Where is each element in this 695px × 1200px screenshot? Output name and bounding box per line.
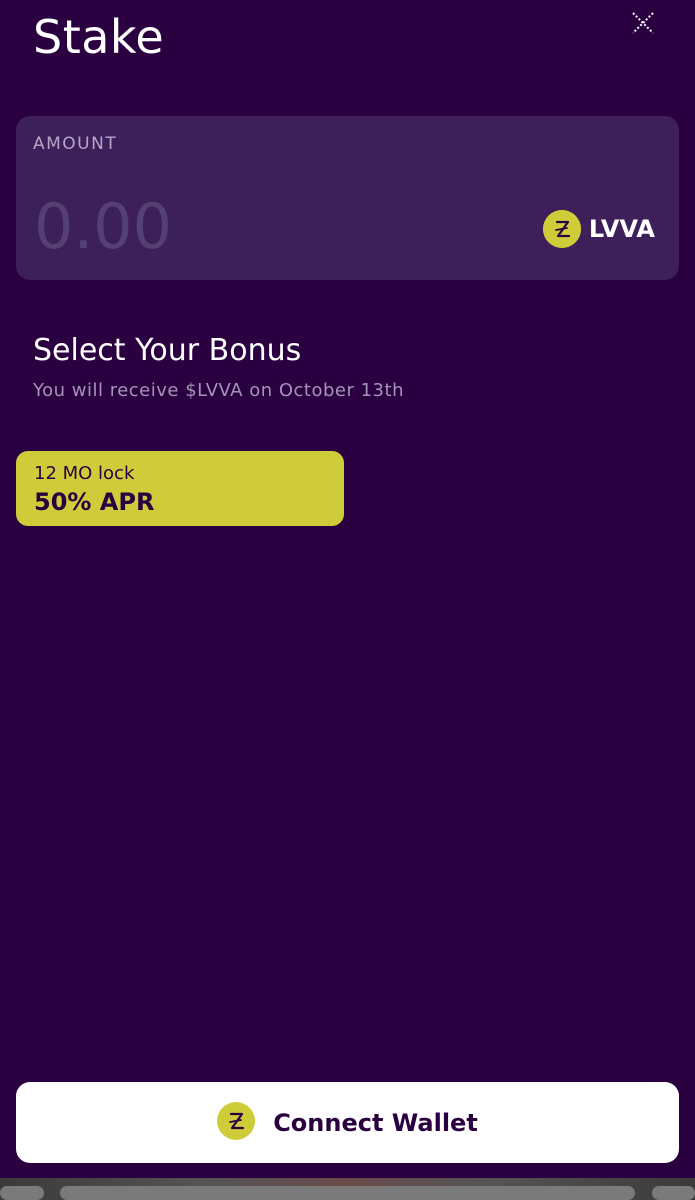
close-button[interactable]: [628, 8, 658, 38]
lvva-coin-icon: [217, 1102, 256, 1143]
bonus-subtitle: You will receive $LVVA on October 13th: [33, 380, 404, 401]
page-title: Stake: [33, 10, 165, 64]
token-selector: LVVA: [542, 210, 655, 248]
background-pill: [60, 1186, 635, 1200]
connect-wallet-label: Connect Wallet: [273, 1108, 478, 1137]
lvva-coin-icon: [542, 210, 581, 248]
amount-label: AMOUNT: [33, 134, 118, 154]
token-name: LVVA: [588, 215, 655, 243]
background-pill: [652, 1186, 695, 1200]
close-icon: [632, 12, 654, 34]
bonus-option-12mo[interactable]: 12 MO lock 50% APR: [16, 451, 344, 526]
amount-card: AMOUNT LVVA: [16, 116, 679, 280]
bonus-title: Select Your Bonus: [33, 333, 302, 368]
connect-wallet-button[interactable]: Connect Wallet: [16, 1082, 679, 1163]
bonus-lock-label: 12 MO lock: [34, 463, 135, 484]
background-pill: [0, 1186, 44, 1200]
bonus-apr-label: 50% APR: [34, 488, 155, 516]
amount-input[interactable]: [34, 188, 434, 264]
